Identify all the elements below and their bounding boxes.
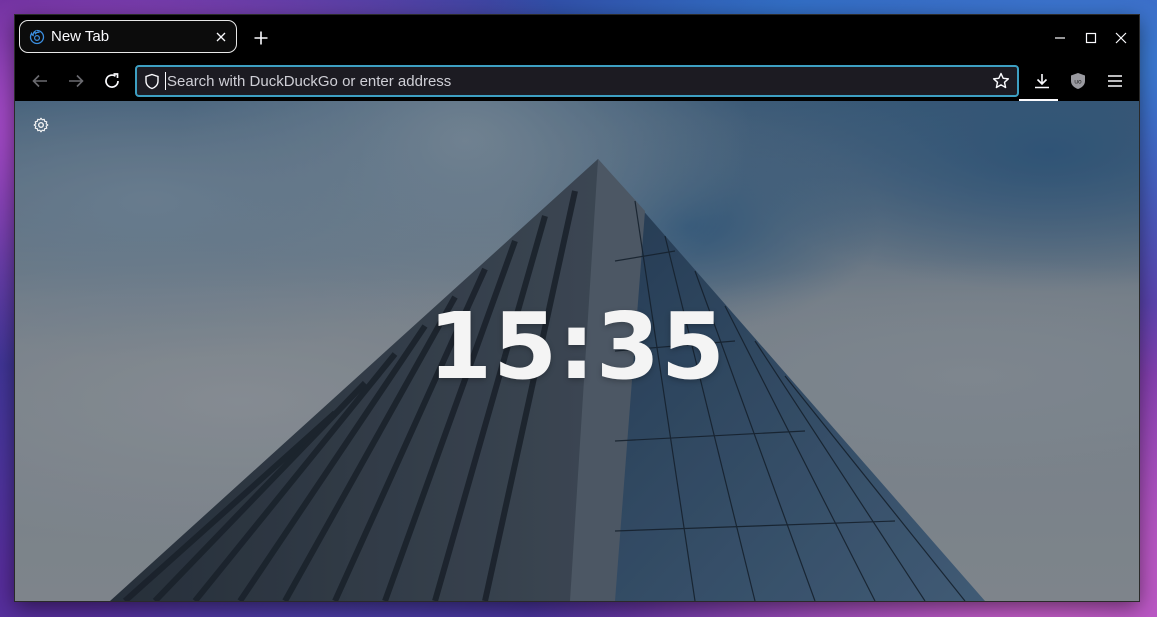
new-tab-button[interactable]: [251, 28, 271, 48]
new-tab-page: 15:35: [15, 101, 1139, 601]
reload-icon[interactable]: [100, 69, 124, 93]
ublock-icon[interactable]: uo: [1066, 69, 1090, 93]
browser-window: New Tab Search with DuckDuckGo or enter …: [15, 15, 1139, 601]
minimize-icon[interactable]: [1050, 28, 1070, 48]
download-icon[interactable]: [1030, 69, 1054, 93]
shield-icon[interactable]: [143, 72, 161, 90]
menu-icon[interactable]: [1103, 69, 1127, 93]
close-tab-icon[interactable]: [211, 27, 231, 47]
firefox-icon: [29, 29, 45, 45]
url-bar[interactable]: [135, 65, 1019, 97]
star-icon[interactable]: [991, 71, 1011, 91]
close-icon[interactable]: [1111, 28, 1131, 48]
tab-strip: New Tab: [15, 15, 1139, 61]
tab-new-tab[interactable]: New Tab: [19, 20, 237, 53]
nav-bar: uo: [15, 61, 1139, 101]
forward-icon[interactable]: [64, 69, 88, 93]
gear-icon[interactable]: [31, 115, 51, 135]
back-icon[interactable]: [28, 69, 52, 93]
maximize-icon[interactable]: [1081, 28, 1101, 48]
address-input[interactable]: [165, 72, 991, 90]
tab-title: New Tab: [51, 28, 110, 45]
clock-time: 15:35: [428, 293, 726, 400]
svg-text:uo: uo: [1074, 79, 1082, 86]
